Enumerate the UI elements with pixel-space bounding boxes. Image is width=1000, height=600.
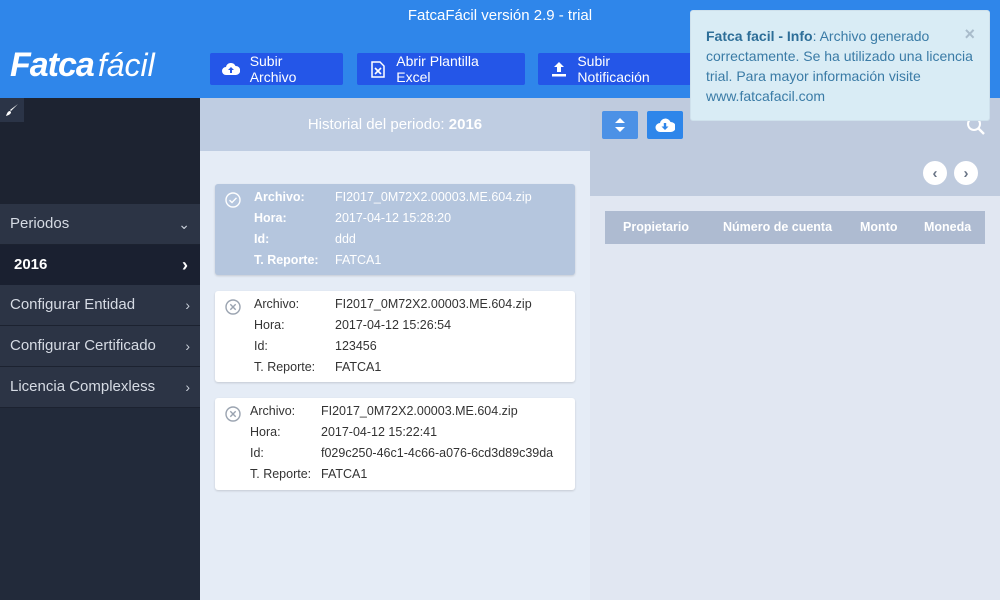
chevron-right-icon: › bbox=[963, 164, 969, 182]
sidebar-item-configurar-certificado[interactable]: Configurar Certificado › bbox=[0, 326, 200, 367]
download-button[interactable] bbox=[647, 111, 683, 139]
cloud-upload-icon bbox=[220, 60, 242, 78]
brush-icon[interactable] bbox=[0, 98, 24, 122]
column-header-account-number[interactable]: Número de cuenta bbox=[723, 211, 832, 244]
id-label: Id: bbox=[254, 232, 270, 246]
chevron-right-icon: › bbox=[185, 297, 190, 313]
chevron-right-icon: › bbox=[182, 255, 188, 275]
app-logo: Fatca fácil bbox=[10, 46, 155, 90]
cloud-download-icon bbox=[655, 118, 675, 132]
x-circle-icon bbox=[225, 299, 241, 315]
id-label: Id: bbox=[254, 339, 268, 353]
toast-title: Fatca facil - Info bbox=[706, 28, 813, 44]
file-label: Archivo: bbox=[250, 404, 296, 418]
chevron-right-icon: › bbox=[185, 338, 190, 354]
column-header-owner[interactable]: Propietario bbox=[623, 211, 689, 244]
close-icon[interactable]: × bbox=[964, 24, 975, 44]
time-label: Hora: bbox=[254, 211, 287, 225]
history-panel: Historial del periodo: 2016 Archivo: FI2… bbox=[200, 98, 590, 600]
chevron-right-icon: › bbox=[185, 379, 190, 395]
column-header-amount[interactable]: Monto bbox=[860, 211, 897, 244]
accounts-table-header: Propietario Número de cuenta Monto Moned… bbox=[605, 211, 985, 244]
upload-file-label: Subir Archivo bbox=[249, 53, 297, 85]
open-excel-template-label: Abrir Plantilla Excel bbox=[396, 53, 479, 85]
chevron-down-icon: ⌄ bbox=[178, 216, 190, 232]
sidebar-item-label: Configurar Entidad bbox=[10, 296, 136, 313]
id-value: 123456 bbox=[335, 339, 377, 353]
x-circle-icon bbox=[225, 406, 241, 422]
file-value: FI2017_0M72X2.00003.ME.604.zip bbox=[321, 404, 518, 418]
id-value: f029c250-46c1-4c66-a076-6cd3d89c39da bbox=[321, 446, 554, 460]
history-header: Historial del periodo: 2016 bbox=[200, 98, 590, 151]
report-label: T. Reporte: bbox=[254, 360, 316, 374]
chevron-left-icon: ‹ bbox=[932, 164, 938, 182]
history-header-period: 2016 bbox=[448, 116, 483, 133]
logo-light-text: fácil bbox=[97, 47, 155, 83]
file-value: FI2017_0M72X2.00003.ME.604.zip bbox=[335, 190, 532, 204]
sidebar-item-label: Periodos bbox=[10, 215, 70, 232]
report-value: FATCA1 bbox=[335, 360, 382, 374]
file-value: FI2017_0M72X2.00003.ME.604.zip bbox=[335, 297, 532, 311]
sort-icon bbox=[615, 118, 625, 132]
open-excel-template-button[interactable]: Abrir Plantilla Excel bbox=[357, 53, 525, 85]
id-label: Id: bbox=[250, 446, 264, 460]
time-value: 2017-04-12 15:26:54 bbox=[335, 318, 452, 332]
history-entry[interactable]: Archivo: FI2017_0M72X2.00003.ME.604.zip … bbox=[215, 398, 575, 490]
details-panel: ‹ › Propietario Número de cuenta Monto M… bbox=[590, 98, 1000, 600]
upload-notification-button[interactable]: Subir Notificación bbox=[538, 53, 695, 85]
sidebar-item-licencia-complexless[interactable]: Licencia Complexless › bbox=[0, 367, 200, 408]
column-header-currency[interactable]: Moneda bbox=[924, 211, 971, 244]
time-label: Hora: bbox=[254, 318, 285, 332]
sidebar-item-label: Configurar Certificado bbox=[10, 337, 156, 354]
time-value: 2017-04-12 15:22:41 bbox=[321, 425, 438, 439]
time-value: 2017-04-12 15:28:20 bbox=[335, 211, 452, 225]
id-value: ddd bbox=[335, 232, 356, 246]
sort-button[interactable] bbox=[602, 111, 638, 139]
report-label: T. Reporte: bbox=[250, 467, 312, 481]
next-page-button[interactable]: › bbox=[954, 161, 978, 185]
info-toast: × Fatca facil - Info: Archivo generado c… bbox=[690, 10, 990, 121]
report-value: FATCA1 bbox=[321, 467, 368, 481]
time-label: Hora: bbox=[250, 425, 281, 439]
upload-icon bbox=[548, 60, 569, 78]
sidebar-item-label: Licencia Complexless bbox=[10, 378, 156, 395]
sidebar-item-periodos[interactable]: Periodos ⌄ bbox=[0, 204, 200, 245]
sidebar: Periodos ⌄ 2016 › Configurar Entidad › C… bbox=[0, 98, 200, 600]
history-entry[interactable]: Archivo: FI2017_0M72X2.00003.ME.604.zip … bbox=[215, 184, 575, 275]
sidebar-item-2016[interactable]: 2016 › bbox=[0, 245, 200, 285]
sidebar-item-configurar-entidad[interactable]: Configurar Entidad › bbox=[0, 285, 200, 326]
sidebar-item-label: 2016 bbox=[14, 256, 48, 273]
previous-page-button[interactable]: ‹ bbox=[923, 161, 947, 185]
upload-notification-label: Subir Notificación bbox=[577, 53, 650, 85]
sidebar-top-area bbox=[0, 98, 200, 204]
report-label: T. Reporte: bbox=[254, 253, 319, 267]
file-label: Archivo: bbox=[254, 190, 305, 204]
check-circle-icon bbox=[225, 192, 241, 208]
logo-bold-text: Fatca bbox=[10, 46, 95, 84]
report-value: FATCA1 bbox=[335, 253, 382, 267]
history-header-prefix: Historial del periodo: bbox=[307, 116, 445, 133]
file-label: Archivo: bbox=[254, 297, 300, 311]
upload-file-button[interactable]: Subir Archivo bbox=[210, 53, 343, 85]
history-entry[interactable]: Archivo: FI2017_0M72X2.00003.ME.604.zip … bbox=[215, 291, 575, 382]
excel-icon bbox=[367, 60, 388, 78]
